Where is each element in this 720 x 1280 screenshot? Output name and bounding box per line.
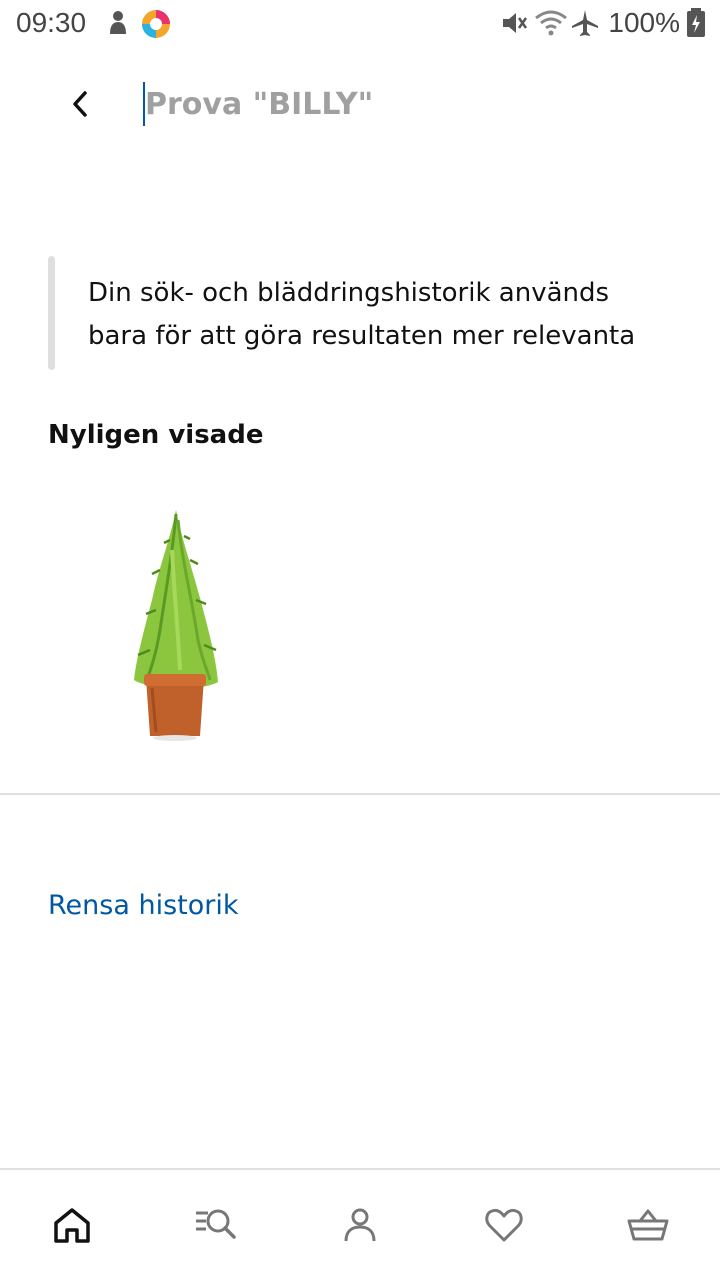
- battery-icon: [686, 8, 706, 42]
- nav-basket[interactable]: [576, 1170, 720, 1280]
- notification-icon: [106, 8, 130, 42]
- wifi-icon: [534, 8, 568, 42]
- search-input[interactable]: [145, 80, 675, 128]
- search-browse-icon: [196, 1209, 236, 1239]
- search-header: [0, 60, 720, 150]
- nav-search-browse[interactable]: [144, 1170, 288, 1280]
- airplane-icon: [570, 8, 600, 42]
- back-button[interactable]: [56, 80, 104, 128]
- section-divider: [0, 793, 720, 795]
- battery-percentage: 100%: [608, 7, 680, 38]
- profile-icon: [344, 1208, 376, 1242]
- search-field[interactable]: [143, 80, 683, 128]
- basket-icon: [627, 1209, 669, 1241]
- app-icon: [140, 8, 172, 44]
- recently-viewed-title: Nyligen visade: [48, 420, 264, 450]
- status-time: 09:30: [16, 7, 87, 38]
- chevron-left-icon: [73, 91, 87, 117]
- mute-icon: [500, 8, 528, 42]
- nav-profile[interactable]: [288, 1170, 432, 1280]
- info-accent-bar: [48, 256, 55, 370]
- status-bar: 09:30 100%: [0, 0, 720, 48]
- nav-home[interactable]: [0, 1170, 144, 1280]
- history-info-text: Din sök- och bläddringshistorik används …: [88, 278, 636, 351]
- potted-cypress-plant-image: [134, 510, 218, 741]
- history-info-notice: Din sök- och bläddringshistorik används …: [48, 256, 668, 370]
- clear-history-link[interactable]: Rensa historik: [48, 890, 239, 921]
- home-icon: [54, 1208, 90, 1243]
- recent-product-item[interactable]: [100, 500, 250, 750]
- bottom-navigation: [0, 1170, 720, 1280]
- nav-favourites[interactable]: [432, 1170, 576, 1280]
- heart-icon: [485, 1208, 523, 1242]
